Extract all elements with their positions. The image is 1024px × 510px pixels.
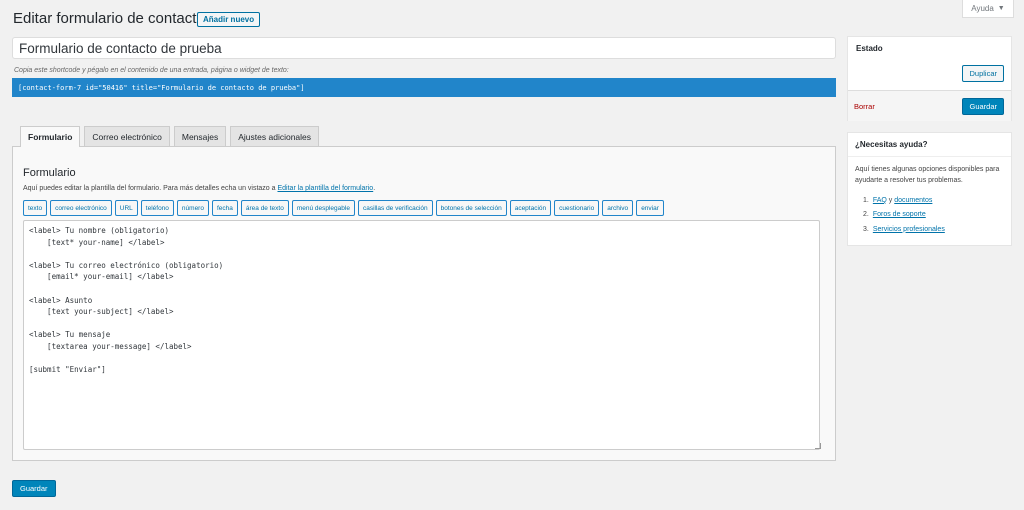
page-title: Editar formulario de contacto bbox=[13, 10, 205, 27]
resize-grip-icon[interactable] bbox=[815, 443, 821, 449]
panel-title: Formulario bbox=[23, 167, 76, 179]
editor-tabs: Formulario Correo electrónico Mensajes A… bbox=[20, 126, 320, 147]
list-number: 2. bbox=[863, 211, 869, 219]
status-actions: Borrar Guardar bbox=[848, 90, 1011, 121]
support-forums-link[interactable]: Foros de soporte bbox=[873, 211, 926, 218]
shortcode-hint: Copia este shortcode y pégalo en el cont… bbox=[14, 67, 289, 74]
edit-template-link[interactable]: Editar la plantilla del formulario bbox=[277, 185, 373, 192]
divider bbox=[848, 156, 1011, 157]
help-tab-button[interactable]: Ayuda ▼ bbox=[962, 0, 1014, 18]
form-template-editor[interactable]: <label> Tu nombre (obligatorio) [text* y… bbox=[23, 220, 820, 450]
status-title: Estado bbox=[856, 44, 883, 53]
help-item: 2. Foros de soporte bbox=[855, 208, 945, 223]
docs-link[interactable]: documentos bbox=[894, 197, 932, 204]
form-panel: Formulario Aquí puedes editar la plantil… bbox=[12, 146, 836, 461]
help-links: 1. FAQ y documentos 2. Foros de soporte … bbox=[855, 193, 945, 237]
tag-button-acceptance[interactable]: aceptación bbox=[509, 200, 552, 216]
help-item: 3. Servicios profesionales bbox=[855, 222, 945, 237]
tag-generator-buttons: texto correo electrónico URL teléfono nú… bbox=[23, 200, 664, 216]
tab-messages[interactable]: Mensajes bbox=[173, 126, 227, 146]
help-text: Aquí tienes algunas opciones disponibles… bbox=[855, 166, 1000, 184]
tag-button-text[interactable]: texto bbox=[23, 200, 48, 216]
duplicate-button[interactable]: Duplicar bbox=[962, 65, 1004, 82]
delete-link[interactable]: Borrar bbox=[854, 102, 875, 111]
shortcode-field[interactable]: [contact-form-7 id="50416" title="Formul… bbox=[12, 78, 836, 97]
tag-button-email[interactable]: correo electrónico bbox=[50, 200, 112, 216]
tab-additional-settings[interactable]: Ajustes adicionales bbox=[230, 126, 320, 146]
save-button[interactable]: Guardar bbox=[962, 98, 1004, 115]
help-item: 1. FAQ y documentos bbox=[855, 193, 945, 208]
help-tab-label: Ayuda bbox=[971, 4, 994, 13]
faq-link[interactable]: FAQ bbox=[873, 197, 887, 204]
tag-button-textarea[interactable]: área de texto bbox=[240, 200, 289, 216]
tag-button-url[interactable]: URL bbox=[114, 200, 138, 216]
tag-button-dropdown[interactable]: menú desplegable bbox=[291, 200, 355, 216]
add-new-button[interactable]: Añadir nuevo bbox=[197, 12, 261, 27]
tag-button-tel[interactable]: teléfono bbox=[140, 200, 174, 216]
help-title: ¿Necesitas ayuda? bbox=[855, 140, 928, 149]
professional-services-link[interactable]: Servicios profesionales bbox=[873, 226, 945, 233]
tag-button-radio[interactable]: botones de selección bbox=[435, 200, 507, 216]
tag-button-submit[interactable]: enviar bbox=[636, 200, 664, 216]
status-box: Estado Duplicar Borrar Guardar bbox=[847, 36, 1012, 121]
tab-mail[interactable]: Correo electrónico bbox=[84, 126, 170, 146]
save-button-bottom[interactable]: Guardar bbox=[12, 480, 56, 497]
tag-button-file[interactable]: archivo bbox=[602, 200, 634, 216]
help-item-content: FAQ y documentos bbox=[873, 197, 933, 204]
tag-button-checkboxes[interactable]: casillas de verificación bbox=[357, 200, 433, 216]
caret-down-icon: ▼ bbox=[997, 5, 1005, 12]
panel-description-text: Aquí puedes editar la plantilla del form… bbox=[23, 185, 278, 192]
tag-button-quiz[interactable]: cuestionario bbox=[554, 200, 600, 216]
list-number: 1. bbox=[863, 196, 869, 204]
list-number: 3. bbox=[863, 225, 869, 233]
tag-button-number[interactable]: número bbox=[176, 200, 209, 216]
tag-button-date[interactable]: fecha bbox=[211, 200, 238, 216]
tab-form[interactable]: Formulario bbox=[20, 126, 81, 147]
panel-description: Aquí puedes editar la plantilla del form… bbox=[23, 185, 375, 192]
panel-description-suffix: . bbox=[373, 185, 376, 192]
help-box: ¿Necesitas ayuda? Aquí tienes algunas op… bbox=[847, 132, 1012, 246]
form-title-input[interactable]: Formulario de contacto de prueba bbox=[12, 37, 836, 59]
